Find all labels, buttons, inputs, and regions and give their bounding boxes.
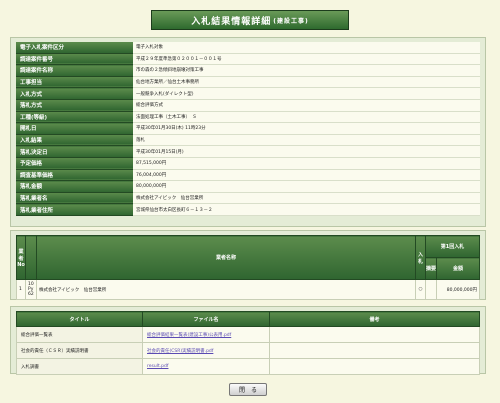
document-file-link[interactable]: 総合評価結果一覧表(建設工事)公表用.pdf [147, 333, 231, 338]
document-row: 社会的責任（ＣＳＲ）実績説明書 社会的責任(CSR)実績説明書.pdf [16, 342, 480, 359]
document-notes [269, 342, 480, 359]
info-row: 落札決定日 平成30年01月15日(月) [16, 145, 480, 158]
info-value: 落札 [133, 134, 480, 147]
info-row: 調達案件名称 市の森の２急傾斜地崩壊対策工事 [16, 64, 480, 77]
bidder-name: 株式会社アイビック 仙台営業所 [36, 279, 416, 300]
info-row: 工種(等級) 法面処理工事（土木工事） Ｓ [16, 111, 480, 124]
doc-title-header: タイトル [16, 311, 143, 327]
bidder-remarks [425, 279, 437, 300]
info-value: 市の森の２急傾斜地崩壊対策工事 [133, 64, 480, 77]
info-value: 平成２９年度準急第０２００１－００１号 [133, 53, 480, 66]
documents-table-body: 総合評価一覧表 総合評価結果一覧表(建設工事)公表用.pdf 社会的責任（ＣＳＲ）実… [16, 326, 480, 375]
info-label: 予定価格 [16, 157, 133, 170]
bid-round-mark: ○ [415, 279, 426, 300]
bidders-panel: 業者No 業者名称 入札 第1回入札 摘要 金額 1 10 Py 62 株式会社アイ… [10, 230, 486, 300]
document-title: 社会的責任（ＣＳＲ）実績説明書 [16, 342, 143, 359]
info-row: 工事担当 仙台地方業所／仙台土木事務所 [16, 76, 480, 89]
info-row: 開札日 平成30年01月30日(木) 11時23分 [16, 122, 480, 135]
documents-panel: タイトル ファイル名 備考 総合評価一覧表 総合評価結果一覧表(建設工事)公表用.… [10, 306, 486, 375]
info-value: 総合評価方式 [133, 99, 480, 112]
document-file-cell: 社会的責任(CSR)実績説明書.pdf [142, 342, 270, 359]
document-file-cell: 総合評価結果一覧表(建設工事)公表用.pdf [142, 326, 270, 343]
doc-notes-header: 備考 [269, 311, 480, 327]
info-label: 開札日 [16, 122, 133, 135]
info-label: 工事担当 [16, 76, 133, 89]
amount-header: 金額 [436, 257, 480, 280]
document-notes [269, 358, 480, 375]
info-label: 入札方式 [16, 87, 133, 100]
info-label: 落札業者住所 [16, 203, 133, 216]
doc-file-header: ファイル名 [142, 311, 270, 327]
page-title: 入札結果情報詳細 [191, 16, 272, 27]
info-label: 落札方式 [16, 99, 133, 112]
documents-table: タイトル ファイル名 備考 総合評価一覧表 総合評価結果一覧表(建設工事)公表用.… [16, 311, 480, 375]
info-value: 電子入札対象 [133, 42, 480, 54]
bid-amount: 80,000,000円 [436, 279, 480, 300]
document-title: 総合評価一覧表 [16, 326, 143, 343]
info-row: 調査基準価格 76,004,000円 [16, 169, 480, 182]
document-title: 入札調書 [16, 358, 143, 375]
document-file-link[interactable]: result.pdf [147, 364, 168, 369]
info-value: 宮城県仙台市太白区長町６－１３－２ [133, 203, 480, 216]
info-label: 電子入札案件区分 [16, 42, 133, 54]
info-label: 落札決定日 [16, 145, 133, 158]
info-row: 予定価格 87,515,000円 [16, 157, 480, 170]
info-panel: 電子入札案件区分 電子入札対象 調達案件番号 平成２９年度準急第０２００１－００１号調… [10, 37, 486, 227]
bidder-row: 1 10 Py 62 株式会社アイビック 仙台営業所 ○ 80,000,000円 [16, 279, 480, 300]
info-value: 87,515,000円 [133, 157, 480, 170]
info-label: 調達案件番号 [16, 53, 133, 66]
info-row: 落札業者住所 宮城県仙台市太白区長町６－１３－２ [16, 203, 480, 216]
info-row: 入札方式 一般競争入札(ダイレクト型) [16, 87, 480, 100]
info-label: 調達案件名称 [16, 64, 133, 77]
info-row: 電子入札案件区分 電子入札対象 [16, 42, 480, 54]
info-row: 入札結果 落札 [16, 134, 480, 147]
info-row: 落札金額 80,000,000円 [16, 180, 480, 193]
info-value: 80,000,000円 [133, 180, 480, 193]
bidders-table-body: 1 10 Py 62 株式会社アイビック 仙台営業所 ○ 80,000,000円 [16, 279, 480, 300]
info-label: 工種(等級) [16, 111, 133, 124]
info-label: 入札結果 [16, 134, 133, 147]
info-label: 調査基準価格 [16, 169, 133, 182]
info-table: 電子入札案件区分 電子入札対象 調達案件番号 平成２９年度準急第０２００１－００１号調… [16, 42, 480, 216]
bidder-no-header: 業者No [16, 235, 26, 280]
page-title-banner: 入札結果情報詳細 (建設工事) [151, 10, 349, 30]
info-value: 株式会社アイビック 仙台営業所 [133, 192, 480, 205]
bid-round-header: 入札 [415, 235, 426, 280]
page-subtitle: (建設工事) [273, 17, 309, 25]
remarks-header: 摘要 [425, 257, 437, 280]
info-table-body: 電子入札案件区分 電子入札対象 調達案件番号 平成２９年度準急第０２００１－００１号調… [16, 42, 480, 216]
info-label: 落札金額 [16, 180, 133, 193]
info-value: 一般競争入札(ダイレクト型) [133, 87, 480, 100]
bidders-table: 業者No 業者名称 入札 第1回入札 摘要 金額 1 10 Py 62 株式会社アイ… [16, 235, 480, 300]
info-row: 落札方式 総合評価方式 [16, 99, 480, 112]
info-value: 平成30年01月15日(月) [133, 145, 480, 158]
bidder-name-header: 業者名称 [36, 235, 416, 280]
document-row: 入札調書 result.pdf [16, 358, 480, 375]
info-label: 落札業者名 [16, 192, 133, 205]
document-row: 総合評価一覧表 総合評価結果一覧表(建設工事)公表用.pdf [16, 326, 480, 343]
info-row: 調達案件番号 平成２９年度準急第０２００１－００１号 [16, 53, 480, 66]
document-notes [269, 326, 480, 343]
info-row: 落札業者名 株式会社アイビック 仙台営業所 [16, 192, 480, 205]
bidder-no: 1 [16, 279, 26, 300]
info-value: 76,004,000円 [133, 169, 480, 182]
first-round-header: 第1回入札 [425, 235, 480, 258]
info-value: 仙台地方業所／仙台土木事務所 [133, 76, 480, 89]
info-value: 法面処理工事（土木工事） Ｓ [133, 111, 480, 124]
info-value: 平成30年01月30日(木) 11時23分 [133, 122, 480, 135]
bidder-code: 10 Py 62 [25, 279, 37, 300]
document-file-cell: result.pdf [142, 358, 270, 375]
bidder-code-header [25, 235, 37, 280]
document-file-link[interactable]: 社会的責任(CSR)実績説明書.pdf [147, 349, 213, 354]
close-button[interactable]: 閉 る [229, 383, 267, 396]
